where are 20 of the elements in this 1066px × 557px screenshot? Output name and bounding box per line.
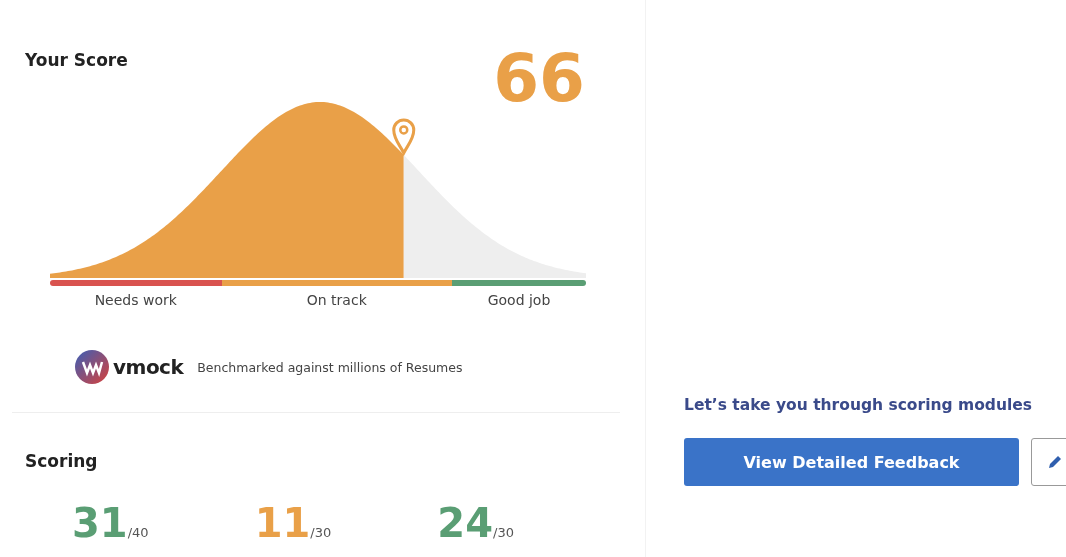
- view-feedback-button[interactable]: View Detailed Feedback: [684, 438, 1019, 486]
- brand-name: vmock: [113, 355, 184, 379]
- score-number: 31: [72, 503, 128, 543]
- pencil-icon: [1047, 454, 1063, 470]
- score-number: 24: [437, 503, 493, 543]
- score-total: /40: [127, 525, 149, 540]
- scoring-title: Scoring: [25, 451, 99, 471]
- guide-text: Let’s take you through scoring modules: [684, 396, 1033, 414]
- benchmark-text: Benchmarked against millions of Resumes: [197, 359, 463, 375]
- score-total: /30: [493, 525, 514, 540]
- edit-button[interactable]: [1031, 438, 1066, 486]
- score-total: /30: [310, 525, 332, 540]
- location-pin-icon: [392, 118, 416, 155]
- score-title: Your Score: [25, 50, 128, 70]
- score-value: 66: [493, 46, 585, 112]
- scale-label: On track: [306, 292, 367, 308]
- scale-label: Needs work: [94, 292, 177, 308]
- score-number: 11: [254, 503, 311, 543]
- logo-icon: [75, 350, 109, 384]
- scale-label: Good job: [487, 292, 551, 308]
